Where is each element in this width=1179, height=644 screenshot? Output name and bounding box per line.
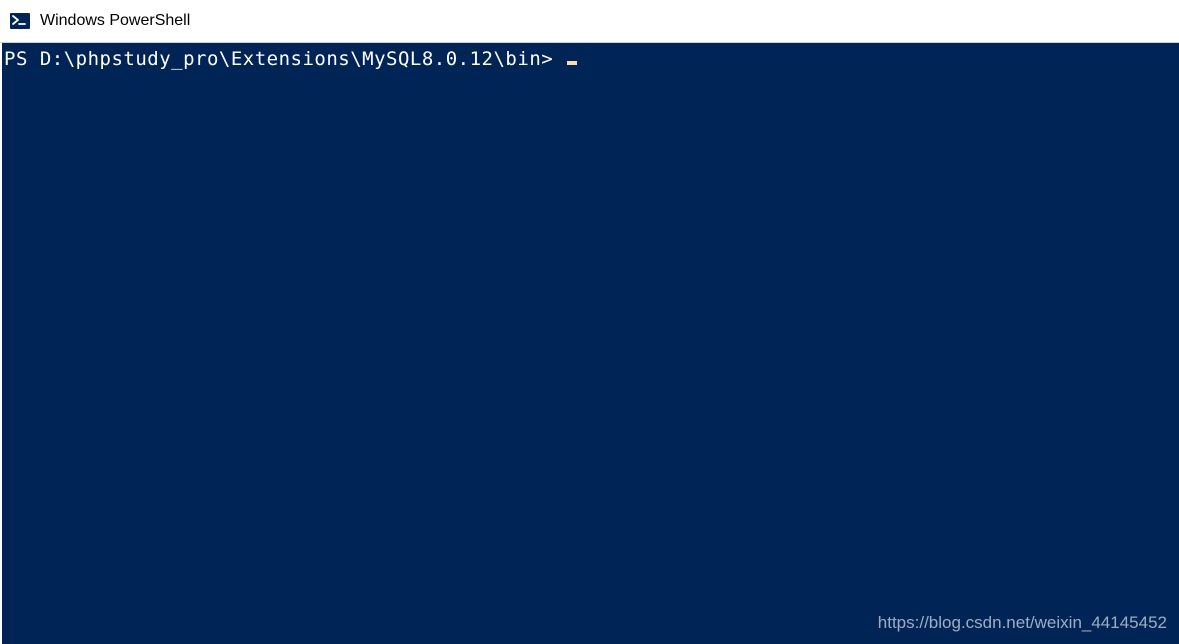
window-title: Windows PowerShell: [40, 12, 190, 30]
window-titlebar: Windows PowerShell: [0, 0, 1179, 43]
terminal-area[interactable]: PS D:\phpstudy_pro\Extensions\MySQL8.0.1…: [2, 43, 1179, 644]
powershell-icon: [10, 11, 30, 31]
prompt-text: PS D:\phpstudy_pro\Extensions\MySQL8.0.1…: [4, 47, 553, 72]
cursor: [567, 61, 577, 65]
prompt-line: PS D:\phpstudy_pro\Extensions\MySQL8.0.1…: [4, 47, 1177, 72]
watermark-text: https://blog.csdn.net/weixin_44145452: [878, 612, 1167, 634]
